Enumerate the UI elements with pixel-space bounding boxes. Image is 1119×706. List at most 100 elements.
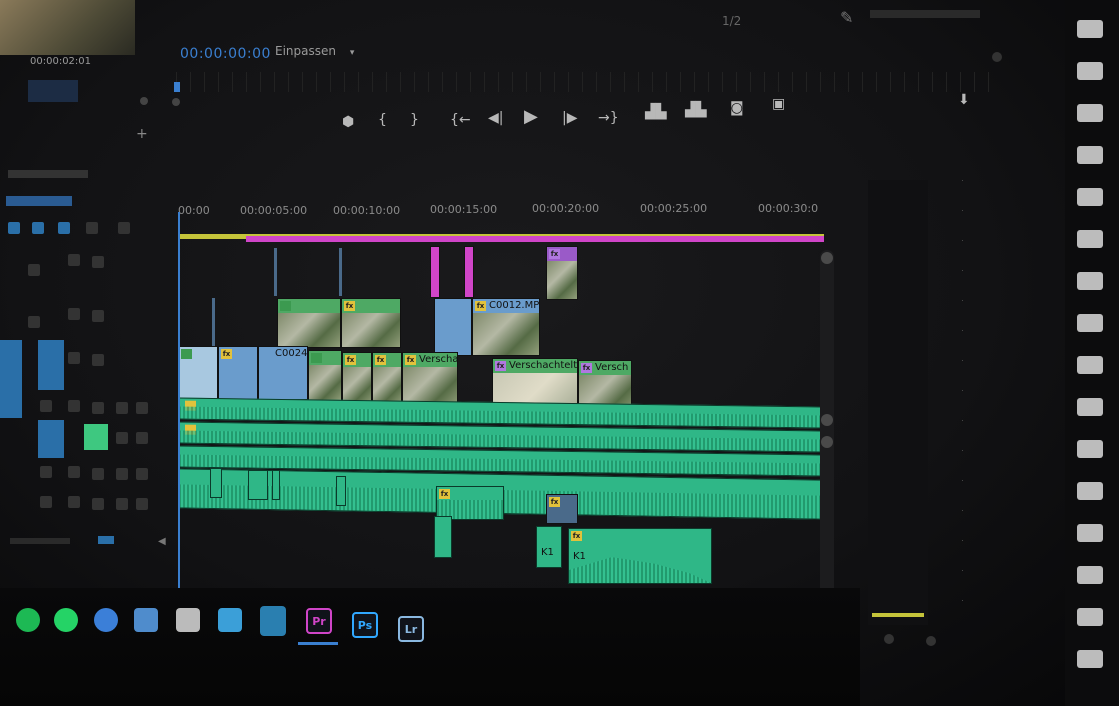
wrench-icon[interactable]	[118, 222, 130, 234]
snap-icon[interactable]	[8, 222, 20, 234]
video-clip-v3[interactable]: fx	[546, 246, 578, 300]
mic-icon[interactable]	[136, 498, 148, 510]
program-scroll-knob[interactable]	[172, 98, 180, 106]
video-clip-verschachtelt-1[interactable]: fx Verschachtelt	[402, 352, 458, 408]
program-playhead[interactable]	[174, 82, 180, 92]
play-icon[interactable]: ▶	[524, 106, 538, 127]
panel-thumbnail[interactable]	[1077, 356, 1103, 374]
go-to-out-icon[interactable]: →}	[598, 110, 619, 126]
track-sync-icon[interactable]	[68, 466, 80, 478]
panel-thumbnail[interactable]	[1077, 650, 1103, 668]
browser-icon[interactable]	[94, 608, 118, 632]
panel-thumbnail[interactable]	[1077, 230, 1103, 248]
linked-icon[interactable]	[32, 222, 44, 234]
video-clip-c0024[interactable]: C0024	[258, 346, 308, 400]
mute-icon[interactable]	[92, 468, 104, 480]
track-solo-a1[interactable]	[84, 424, 108, 450]
track-source-a1[interactable]	[38, 420, 64, 458]
video-clip-v1[interactable]: fx	[218, 346, 258, 400]
audio-clip-a5[interactable]: fx	[546, 494, 578, 524]
video-clip-v1[interactable]	[178, 346, 218, 400]
solo-icon[interactable]	[116, 468, 128, 480]
resolution-readout[interactable]: 1/2	[722, 14, 741, 28]
video-clip-v3[interactable]	[464, 246, 474, 298]
panel-thumbnail[interactable]	[1077, 608, 1103, 626]
track-lock-icon[interactable]	[40, 496, 52, 508]
scroll-left-icon[interactable]: ◀	[158, 536, 168, 547]
panel-thumbnail[interactable]	[1077, 272, 1103, 290]
video-clip-v2[interactable]	[212, 298, 215, 348]
audio-clip-k1a[interactable]: K1	[536, 526, 562, 568]
settings-icon[interactable]	[86, 222, 98, 234]
track-lock-icon[interactable]	[40, 400, 52, 412]
panel-thumbnail[interactable]	[1077, 398, 1103, 416]
video-clip-v3[interactable]	[339, 248, 342, 296]
time-ruler[interactable]: 00:00 00:00:05:00 00:00:10:00 00:00:15:0…	[178, 200, 826, 222]
mic-icon[interactable]	[136, 402, 148, 414]
bird-icon[interactable]	[218, 608, 242, 632]
media-encoder-icon[interactable]	[176, 608, 200, 632]
source-scroll-knob[interactable]	[140, 97, 148, 105]
track-source-v1[interactable]	[38, 340, 64, 390]
program-timecode[interactable]: 00:00:00:00	[180, 46, 271, 62]
lightroom-icon[interactable]: Lr	[398, 616, 424, 642]
video-clip-v2[interactable]: fx	[341, 298, 401, 348]
mic-icon[interactable]	[136, 432, 148, 444]
panel-thumbnail[interactable]	[1077, 314, 1103, 332]
track-sync-icon[interactable]	[68, 308, 80, 320]
master-level-box[interactable]	[98, 536, 114, 544]
panel-thumbnail[interactable]	[1077, 482, 1103, 500]
track-lock-icon[interactable]	[28, 264, 40, 276]
step-forward-icon[interactable]: |▶	[562, 110, 577, 126]
meter-solo-button[interactable]	[926, 636, 936, 646]
video-clip-v1[interactable]: fx	[372, 352, 402, 406]
solo-icon[interactable]	[116, 432, 128, 444]
mark-out-icon[interactable]: }	[410, 112, 419, 128]
spotify-icon[interactable]	[16, 608, 40, 632]
track-eye-icon[interactable]	[92, 354, 104, 366]
program-mini-ruler[interactable]	[176, 72, 996, 92]
panel-thumbnail[interactable]	[1077, 62, 1103, 80]
audio-clip-a5[interactable]	[272, 470, 280, 500]
sequence-timecode-box[interactable]	[6, 196, 72, 206]
scroll-knob[interactable]	[821, 252, 833, 264]
panel-thumbnail[interactable]	[1077, 104, 1103, 122]
track-sync-icon[interactable]	[68, 254, 80, 266]
compare-icon[interactable]: ▣	[772, 96, 785, 112]
track-target-a1[interactable]	[0, 392, 22, 418]
video-clip-v2[interactable]	[434, 298, 472, 356]
wrench-icon[interactable]: ✎	[840, 8, 853, 27]
track-sync-icon[interactable]	[68, 352, 80, 364]
video-clip-v1[interactable]: fx	[342, 352, 372, 406]
track-lock-icon[interactable]	[28, 316, 40, 328]
fit-dropdown[interactable]: Einpassen ▾	[275, 44, 354, 58]
audio-clip-a5[interactable]	[248, 470, 268, 500]
mute-icon[interactable]	[92, 402, 104, 414]
camera-icon[interactable]: ◙	[730, 100, 744, 116]
mute-icon[interactable]	[92, 498, 104, 510]
panel-thumbnail[interactable]	[1077, 20, 1103, 38]
panel-thumbnail[interactable]	[1077, 146, 1103, 164]
step-back-icon[interactable]: ◀|	[488, 110, 503, 126]
panel-thumbnail[interactable]	[1077, 524, 1103, 542]
video-clip-v1[interactable]	[308, 350, 342, 402]
source-zoom-field[interactable]	[28, 80, 78, 102]
mic-icon[interactable]	[136, 468, 148, 480]
meter-solo-button[interactable]	[884, 634, 894, 644]
export-icon[interactable]: ⬇	[958, 92, 970, 108]
video-clip-v2[interactable]	[277, 298, 341, 348]
track-sync-icon[interactable]	[68, 496, 80, 508]
panel-thumbnail[interactable]	[1077, 188, 1103, 206]
track-sync-icon[interactable]	[68, 400, 80, 412]
mail-icon[interactable]	[134, 608, 158, 632]
video-clip-v3[interactable]	[430, 246, 440, 298]
add-icon[interactable]: +	[136, 127, 148, 141]
scroll-knob[interactable]	[821, 436, 833, 448]
video-clip-c0012[interactable]: fx C0012.MP	[472, 298, 540, 356]
files-icon[interactable]	[260, 606, 286, 636]
track-lock-icon[interactable]	[40, 466, 52, 478]
video-clip-v3[interactable]	[274, 248, 277, 296]
audio-clip-a6[interactable]	[434, 516, 452, 558]
solo-icon[interactable]	[116, 498, 128, 510]
timeline-playhead[interactable]	[178, 212, 180, 602]
